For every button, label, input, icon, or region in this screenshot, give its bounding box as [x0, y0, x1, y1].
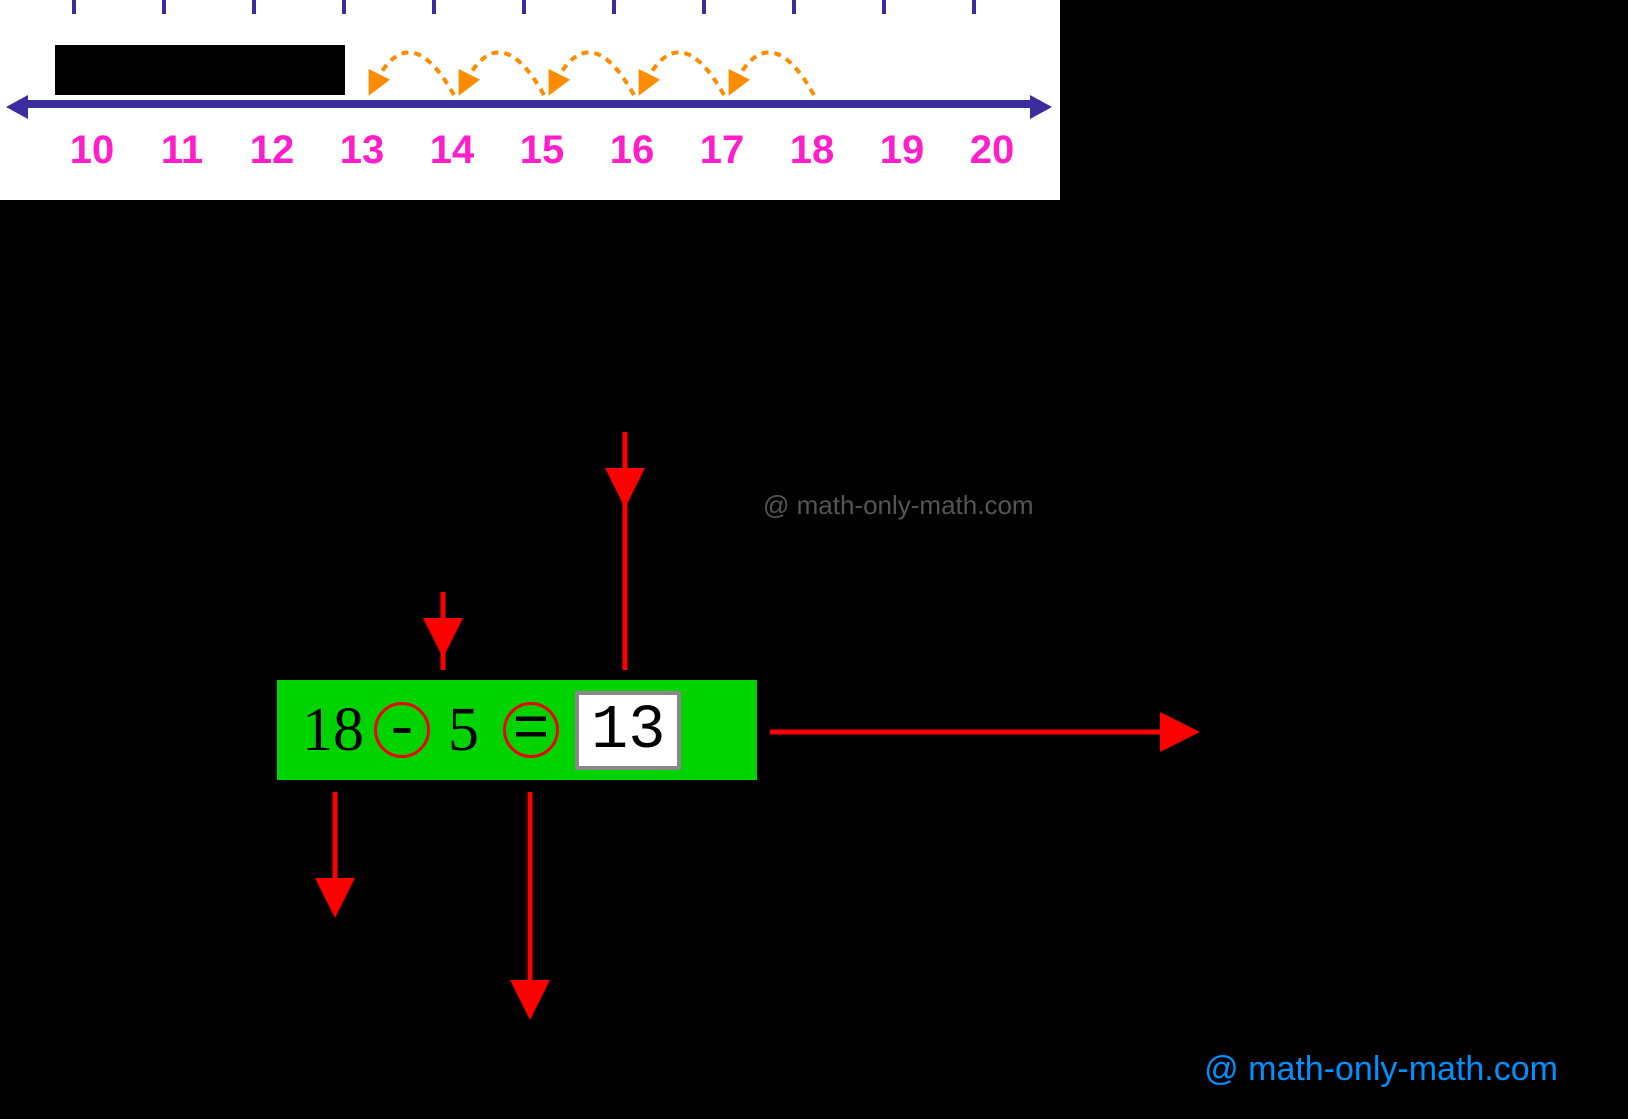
label-minuend: MINUEND — [235, 908, 459, 963]
label-subtrahend: SUBTRAHEND — [410, 1010, 746, 1065]
num-label: 14 — [430, 128, 475, 173]
equation-box: 18 - 5 = 13 — [277, 680, 757, 780]
label-minus: MINUS — [370, 536, 525, 591]
minus-operator-circle: - — [374, 702, 430, 758]
num-label: 15 — [520, 128, 565, 173]
jump-arcs — [0, 0, 1060, 120]
label-difference: DIFFERENCE — [1192, 706, 1499, 761]
minuend: 18 — [302, 695, 364, 766]
credit-main: @ math-only-math.com — [1204, 1050, 1558, 1089]
number-line-panel: 10 11 12 13 14 15 16 17 18 19 20 — [0, 0, 1060, 200]
num-label: 17 — [700, 128, 745, 173]
label-equals-to: EQUALS TO — [505, 378, 784, 433]
minus-sign: - — [383, 695, 420, 766]
num-label: 10 — [70, 128, 115, 173]
num-label: 20 — [970, 128, 1015, 173]
num-label: 12 — [250, 128, 295, 173]
credit-small: @ math-only-math.com — [763, 490, 1034, 521]
num-label: 16 — [610, 128, 655, 173]
equals-sign: = — [512, 695, 549, 766]
num-label: 13 — [340, 128, 385, 173]
subtrahend: 5 — [448, 695, 479, 766]
num-label: 18 — [790, 128, 835, 173]
num-label: 19 — [880, 128, 925, 173]
num-label: 11 — [161, 128, 203, 173]
difference-result: 13 — [575, 691, 681, 770]
equals-operator-circle: = — [503, 702, 559, 758]
